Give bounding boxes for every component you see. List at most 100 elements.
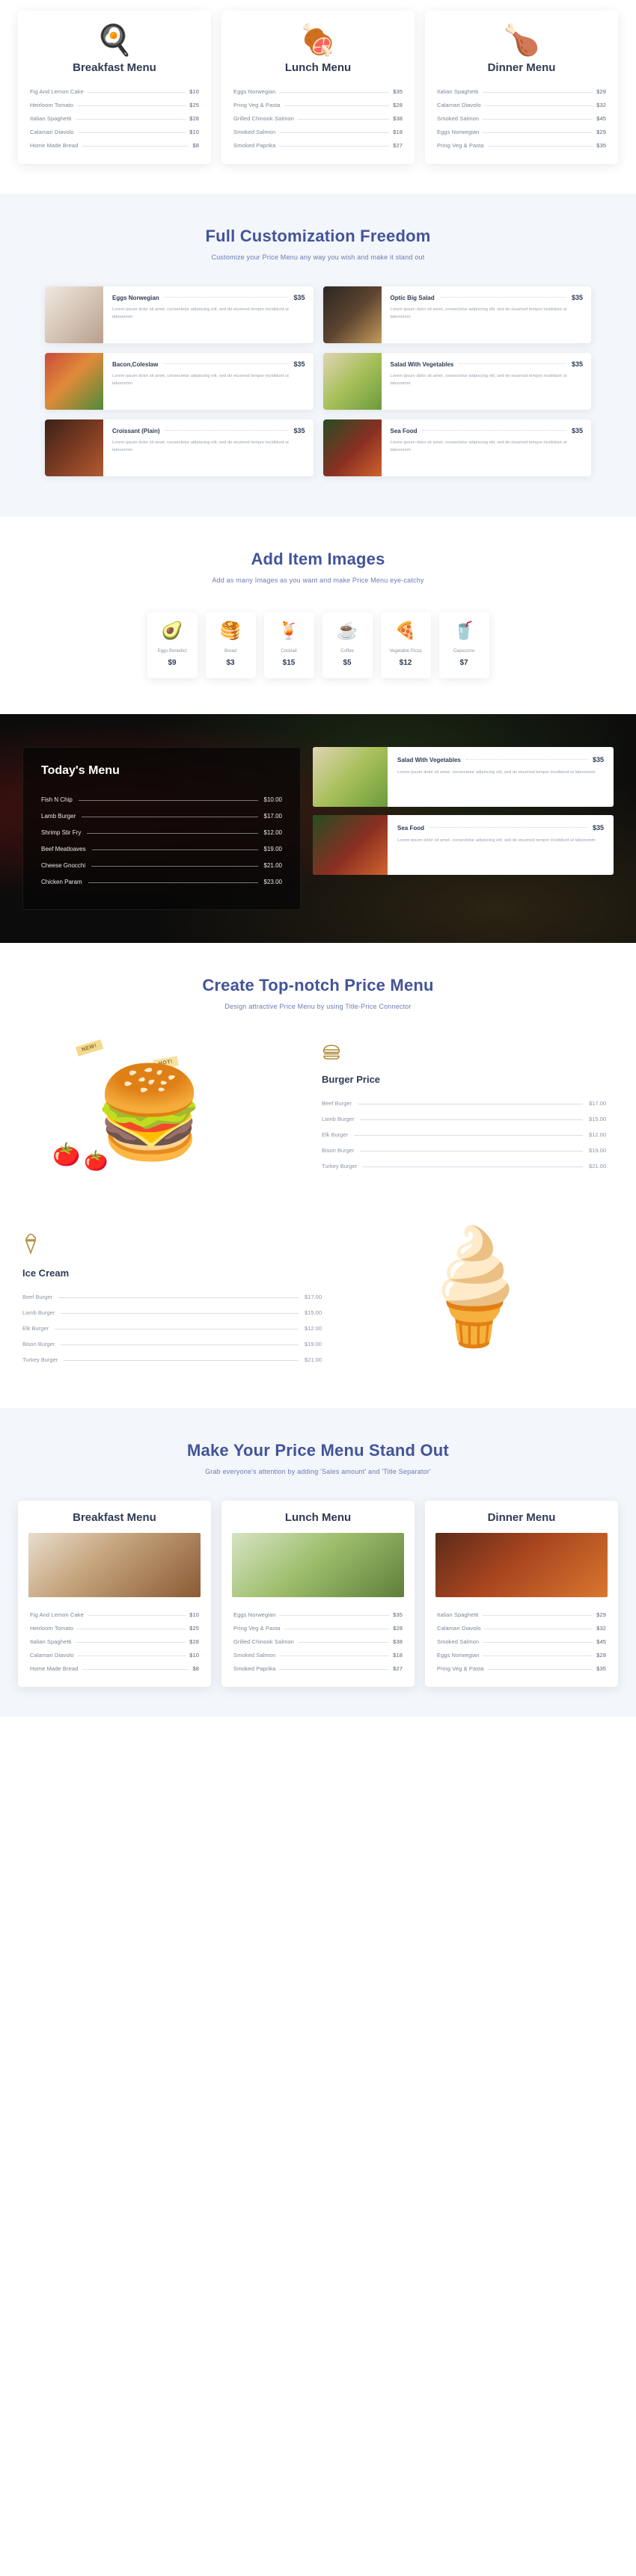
price-row[interactable]: Pring Veg & Pasta $28 [233, 1621, 403, 1635]
price-row[interactable]: Turkey Burger $21.00 [322, 1158, 606, 1174]
price-connector [61, 1344, 299, 1345]
price-row[interactable]: Eggs Norwegian $29 [437, 125, 606, 138]
price-row[interactable]: Lamb Burger $15.00 [322, 1111, 606, 1127]
page-title: Full Customization Freedom [205, 227, 431, 245]
price-row[interactable]: Fish N Chip $10.00 [41, 791, 282, 808]
price-row[interactable]: Eggs Norwegian $35 [233, 1608, 403, 1621]
price-row[interactable]: Italian Spaghetti $29 [437, 84, 606, 98]
price-row[interactable]: Elk Burger $12.00 [22, 1321, 322, 1336]
price-row[interactable]: Calamari Diavolo $32 [437, 98, 606, 111]
price-row[interactable]: Fig And Lemon Cake $10 [30, 84, 199, 98]
price-row[interactable]: Home Made Bread $8 [30, 1662, 199, 1675]
price-row[interactable]: Eggs Norwegian $29 [437, 1648, 606, 1662]
featured-dish-card[interactable]: Salad With Vegetables $35 Lorem ipsum dolo… [313, 747, 614, 807]
item-name: Croissant (Plain) [112, 427, 160, 434]
price-row[interactable]: Italian Spaghetti $28 [30, 1635, 199, 1648]
price-row[interactable]: Smoked Salmon $45 [437, 1635, 606, 1648]
item-name: Calamari Diavolo [437, 101, 481, 108]
item-name: Fig And Lemon Cake [30, 87, 84, 95]
item-image-tile[interactable]: 🥑 Eggs Benedict $9 [147, 612, 198, 678]
customization-card[interactable]: Bacon,Coleslaw $35 Lorem ipsum dolor sit a… [45, 353, 314, 410]
price-row[interactable]: Turkey Burger $21.00 [22, 1352, 322, 1368]
item-name: Heirloom Tomato [30, 1624, 74, 1632]
featured-dish-card[interactable]: Sea Food $35 Lorem ipsum dolor sit amet, c… [313, 815, 614, 875]
menu-card[interactable]: 🍖 Lunch Menu Eggs Norwegian $35 Pring Veg & … [221, 10, 415, 164]
price-connector [75, 1641, 186, 1643]
price-row[interactable]: Bison Burger $19.00 [322, 1143, 606, 1158]
menu-card[interactable]: 🍳 Breakfast Menu Fig And Lemon Cake $10 Heir… [18, 10, 211, 164]
customization-card[interactable]: Salad With Vegetables $35 Lorem ipsum dolo… [322, 353, 592, 410]
customization-card[interactable]: Optic Big Salad $35 Lorem ipsum dolor sit … [322, 286, 591, 343]
item-price: $45 [596, 114, 606, 122]
price-row[interactable]: Fig And Lemon Cake $10 [30, 1608, 199, 1621]
price-row[interactable]: Heirloom Tomato $25 [30, 98, 199, 111]
standout-menu-card[interactable]: Breakfast Menu Fig And Lemon Cake $10 Heirl… [18, 1501, 211, 1687]
item-price: $3 [226, 659, 235, 667]
price-row[interactable]: Smoked Salmon $18 [233, 1648, 403, 1662]
price-row[interactable]: Cheese Gnocchi $21.00 [41, 857, 282, 873]
price-row[interactable]: Chicken Param $23.00 [41, 873, 282, 890]
item-images-header: Add Item Images Add as many Images as yo… [0, 550, 636, 584]
item-price: $21.00 [263, 861, 282, 869]
price-connector [298, 118, 390, 120]
customization-card[interactable]: Sea Food $35 Lorem ipsum dolor sit amet, c… [322, 419, 591, 476]
item-price: $29 [596, 87, 606, 95]
price-row[interactable]: Italian Spaghetti $28 [30, 111, 199, 125]
item-price: $29 [596, 128, 606, 135]
item-image-tile-list: 🥑 Eggs Benedict $9 🥞 Bread $3 🍹 Cocktail $15 ☕ Cof… [0, 612, 636, 678]
customization-card[interactable]: Eggs Norwegian $35 Lorem ipsum dolor sit a… [45, 286, 314, 343]
item-name: Grilled Chinook Salmon [233, 114, 294, 122]
menu-item-list: Italian Spaghetti $29 Calamari Diavolo $32 S… [437, 84, 606, 152]
price-row[interactable]: Smoked Salmon $18 [233, 125, 403, 138]
price-row[interactable]: Pring Veg & Pasta $28 [233, 98, 403, 111]
price-row[interactable]: Calamari Diavolo $10 [30, 1648, 199, 1662]
price-connector [422, 429, 566, 431]
price-connector [279, 1614, 390, 1616]
item-image-tile[interactable]: 🥞 Bread $3 [205, 612, 256, 678]
price-connector [87, 832, 258, 834]
item-name: Home Made Bread [30, 1664, 79, 1672]
item-price: $35 [393, 87, 403, 95]
item-image-tile[interactable]: ☕ Coffee $5 [322, 612, 373, 678]
menu-card[interactable]: 🍗 Dinner Menu Italian Spaghetti $29 Calamari… [425, 10, 618, 164]
price-row[interactable]: Pring Veg & Pasta $35 [437, 1662, 606, 1675]
item-price: $28 [189, 114, 199, 122]
price-row[interactable]: Eggs Norwegian $35 [233, 84, 403, 98]
menu-card-title: Breakfast Menu [73, 1511, 156, 1524]
price-row[interactable]: Grilled Chinook Salmon $38 [233, 111, 403, 125]
price-connector [439, 296, 566, 298]
price-connector [279, 132, 390, 133]
standout-menu-card[interactable]: Dinner Menu Italian Spaghetti $29 Calamari … [425, 1501, 618, 1687]
item-price: $32 [596, 1624, 606, 1632]
item-price: $5 [343, 659, 352, 667]
price-connector [459, 363, 566, 364]
price-row[interactable]: Smoked Paprika $27 [233, 1662, 403, 1675]
dish-icon: 🍹 [278, 621, 300, 640]
price-row[interactable]: Shrimp Stir Fry $12.00 [41, 824, 282, 840]
price-row[interactable]: Lamb Burger $17.00 [41, 808, 282, 824]
price-row[interactable]: Lamb Burger $15.00 [22, 1305, 322, 1321]
price-row[interactable]: Beef Burger $17.00 [322, 1095, 606, 1111]
price-connector [354, 1134, 584, 1136]
price-row[interactable]: Beef Burger $17.00 [22, 1289, 322, 1305]
price-row[interactable]: Calamari Diavolo $32 [437, 1621, 606, 1635]
price-row[interactable]: Italian Spaghetti $29 [437, 1608, 606, 1621]
price-row[interactable]: Grilled Chinook Salmon $38 [233, 1635, 403, 1648]
price-row[interactable]: Smoked Paprika $27 [233, 138, 403, 152]
price-row[interactable]: Heirloom Tomato $25 [30, 1621, 199, 1635]
price-row[interactable]: Smoked Salmon $45 [437, 111, 606, 125]
customization-card[interactable]: Croissant (Plain) $35 Lorem ipsum dolor si… [45, 419, 314, 476]
price-row[interactable]: Elk Burger $12.00 [322, 1127, 606, 1143]
item-image-tile[interactable]: 🥤 Capuccino $7 [438, 612, 489, 678]
item-image-tile[interactable]: 🍕 Vegetable Pizza $12 [380, 612, 431, 678]
price-row[interactable]: Home Made Bread $8 [30, 138, 199, 152]
card-body: Salad With Vegetables $35 Lorem ipsum dolo… [382, 353, 592, 410]
price-row[interactable]: Pring Veg & Pasta $35 [437, 138, 606, 152]
item-price: $35 [293, 427, 305, 434]
item-image-tile[interactable]: 🍹 Cocktail $15 [263, 612, 314, 678]
price-row[interactable]: Bison Burger $19.00 [22, 1336, 322, 1352]
price-row[interactable]: Beef Meatloaves $19.00 [41, 840, 282, 857]
item-name: Eggs Norwegian [233, 1611, 276, 1618]
price-row[interactable]: Calamari Diavolo $10 [30, 125, 199, 138]
standout-menu-card[interactable]: Lunch Menu Eggs Norwegian $35 Pring Veg & P… [221, 1501, 415, 1687]
